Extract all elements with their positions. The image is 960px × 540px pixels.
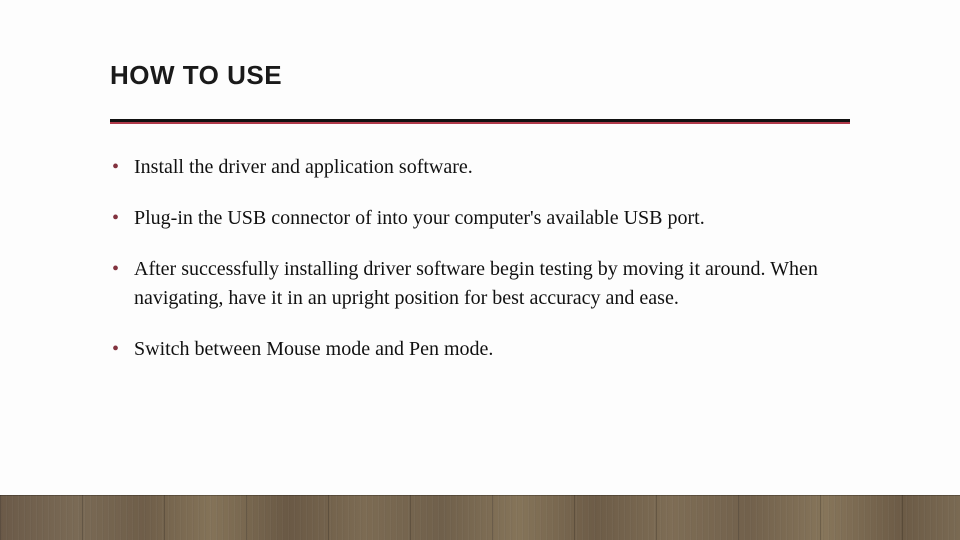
slide-title: HOW TO USE (110, 60, 850, 91)
bullet-list: Install the driver and application softw… (110, 153, 850, 364)
bullet-text: Switch between Mouse mode and Pen mode. (134, 338, 493, 360)
slide: HOW TO USE Install the driver and applic… (0, 0, 960, 540)
title-divider (110, 119, 850, 125)
bullet-text: Install the driver and application softw… (134, 156, 473, 178)
bullet-text: After successfully installing driver sof… (134, 258, 818, 309)
list-item: Switch between Mouse mode and Pen mode. (110, 335, 850, 364)
slide-content: Install the driver and application softw… (110, 153, 850, 364)
wood-footer-strip (0, 495, 960, 540)
bullet-text: Plug-in the USB connector of into your c… (134, 207, 705, 229)
divider-bar-accent (110, 122, 850, 124)
list-item: Install the driver and application softw… (110, 153, 850, 182)
list-item: After successfully installing driver sof… (110, 255, 850, 313)
list-item: Plug-in the USB connector of into your c… (110, 204, 850, 233)
